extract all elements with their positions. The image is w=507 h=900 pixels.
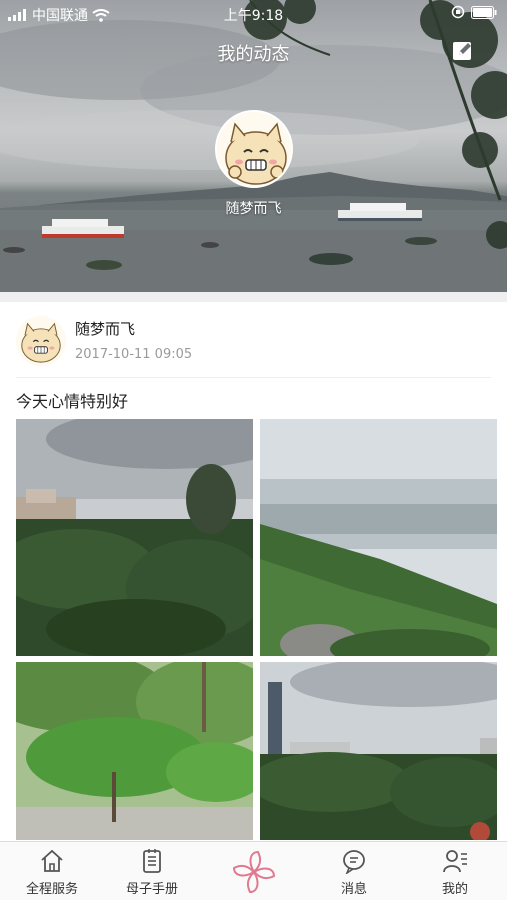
orientation-lock-icon xyxy=(451,5,465,19)
section-divider xyxy=(0,292,507,302)
post-photo-1[interactable] xyxy=(16,419,253,656)
page-title: 我的动态 xyxy=(217,44,290,65)
post-author-name[interactable]: 随梦而飞 xyxy=(75,318,135,339)
post-photo-2[interactable] xyxy=(260,419,497,656)
tab-label: 全程服务 xyxy=(25,882,78,897)
tab-bar: 全程服务 母子手册 消息 我的 xyxy=(0,841,507,900)
post-text: 今天心情特别好 xyxy=(16,392,129,411)
post-divider xyxy=(16,377,491,378)
pinwheel-icon[interactable] xyxy=(228,848,280,896)
battery-icon xyxy=(471,5,497,19)
tab-full-service[interactable]: 全程服务 xyxy=(7,848,97,898)
house-icon xyxy=(41,849,63,872)
post-photo-3[interactable] xyxy=(16,662,253,840)
person-list-icon xyxy=(443,850,467,873)
chat-bubble-icon xyxy=(343,850,365,874)
cat-avatar-icon xyxy=(16,316,66,366)
post-timestamp: 2017-10-11 09:05 xyxy=(75,347,193,362)
status-bar: 中国联通 上午9:18 xyxy=(0,0,507,28)
tab-handbook[interactable]: 母子手册 xyxy=(107,848,197,898)
post-author-avatar[interactable] xyxy=(16,316,66,366)
notebook-icon xyxy=(143,849,161,873)
clock: 上午9:18 xyxy=(223,8,284,24)
profile-name: 随梦而飞 xyxy=(225,201,282,217)
tab-messages[interactable]: 消息 xyxy=(309,848,399,898)
tab-label: 我的 xyxy=(441,882,468,897)
tab-label: 消息 xyxy=(340,882,367,897)
profile-avatar[interactable] xyxy=(215,110,293,188)
profile-cover: 中国联通 上午9:18 我的动态 随梦而飞 xyxy=(0,0,507,292)
post-photo-4[interactable] xyxy=(260,662,497,840)
tab-mine[interactable]: 我的 xyxy=(410,848,500,898)
tab-label: 母子手册 xyxy=(125,882,178,897)
edit-icon[interactable] xyxy=(451,39,475,63)
